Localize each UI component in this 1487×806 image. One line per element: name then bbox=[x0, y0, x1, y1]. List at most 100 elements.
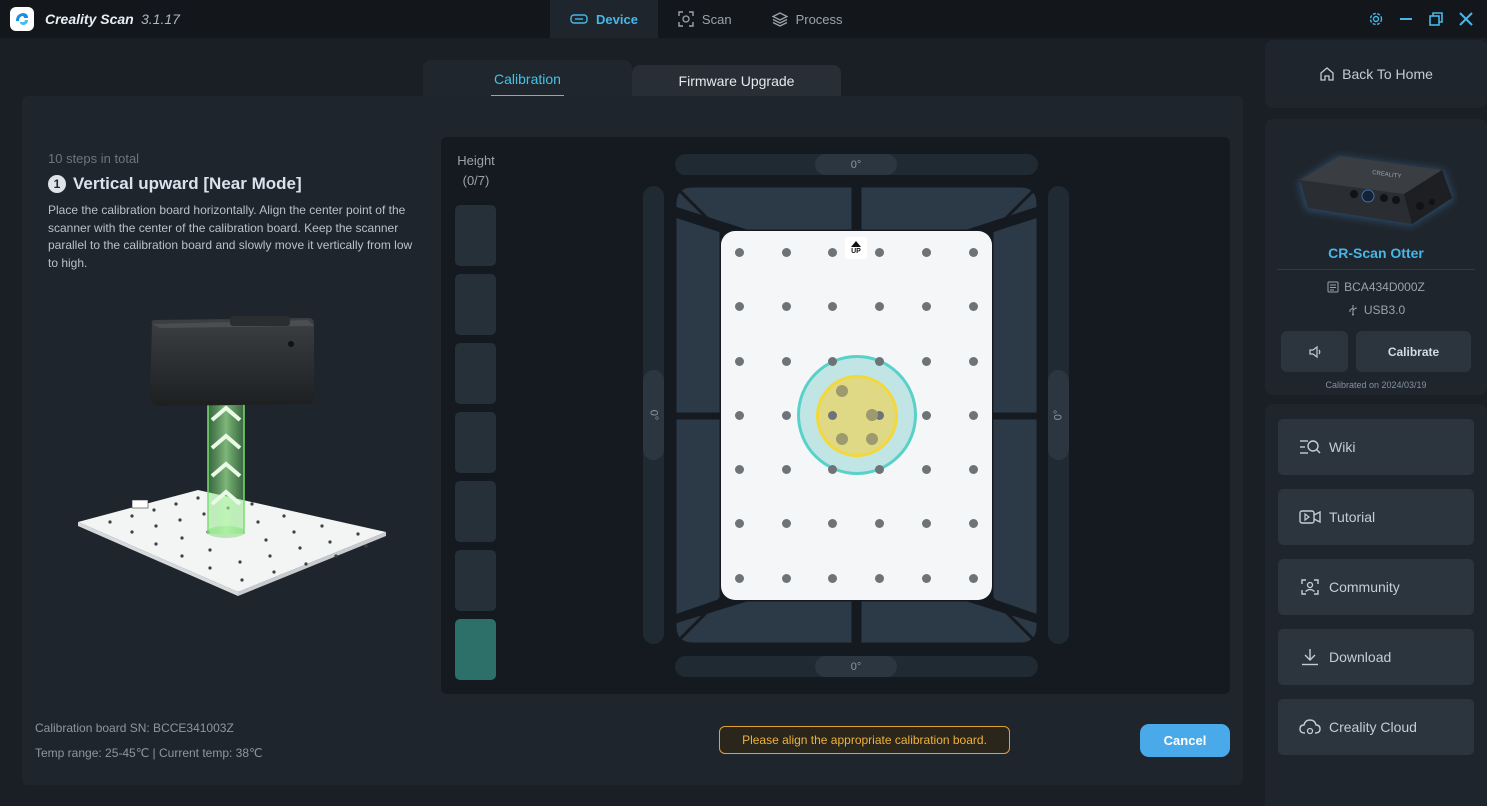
step-description: Place the calibration board horizontally… bbox=[48, 203, 413, 270]
board-dot bbox=[735, 302, 744, 311]
app-logo bbox=[10, 7, 34, 31]
community-link[interactable]: Community bbox=[1278, 559, 1474, 615]
speaker-icon bbox=[1308, 345, 1320, 358]
height-segment bbox=[455, 343, 496, 404]
height-segment-filled bbox=[455, 619, 496, 680]
tutorial-link[interactable]: Tutorial bbox=[1278, 489, 1474, 545]
usb-icon bbox=[1349, 305, 1357, 316]
board-dot bbox=[782, 465, 791, 474]
scan-icon bbox=[678, 11, 694, 27]
tab-process[interactable]: Process bbox=[752, 0, 863, 38]
window-controls bbox=[1367, 8, 1475, 30]
board-dot bbox=[782, 302, 791, 311]
board-dot bbox=[828, 302, 837, 311]
height-segment bbox=[455, 412, 496, 473]
board-dot bbox=[735, 574, 744, 583]
calibrate-button[interactable]: Calibrate bbox=[1356, 331, 1471, 372]
tab-firmware-upgrade[interactable]: Firmware Upgrade bbox=[632, 65, 841, 97]
board-up-marker: UP bbox=[845, 237, 867, 259]
board-dot bbox=[922, 302, 931, 311]
board-dot bbox=[875, 248, 884, 257]
board-dot bbox=[969, 411, 978, 420]
board-up-label: UP bbox=[851, 247, 861, 255]
creality-cloud-label: Creality Cloud bbox=[1329, 719, 1417, 735]
board-dot bbox=[782, 519, 791, 528]
board-dot bbox=[922, 357, 931, 366]
board-dot bbox=[922, 248, 931, 257]
top-angle-track: 0° bbox=[675, 154, 1038, 175]
wiki-icon bbox=[1300, 440, 1321, 454]
download-icon bbox=[1302, 649, 1318, 666]
board-dot bbox=[922, 465, 931, 474]
cloud-icon bbox=[1299, 719, 1321, 735]
creality-cloud-link[interactable]: Creality Cloud bbox=[1278, 699, 1474, 755]
community-icon bbox=[1301, 579, 1319, 595]
top-angle-value: 0° bbox=[815, 154, 897, 175]
projected-dot bbox=[836, 385, 848, 397]
device-serial: BCA434D000Z bbox=[1344, 280, 1425, 294]
right-angle-value: 0° bbox=[1052, 409, 1065, 421]
tab-scan-label: Scan bbox=[701, 11, 732, 27]
board-dot bbox=[735, 465, 744, 474]
app-version: 3.1.17 bbox=[141, 11, 180, 27]
device-serial-row: BCA434D000Z bbox=[1277, 280, 1475, 294]
step-title: Vertical upward [Near Mode] bbox=[73, 174, 302, 193]
board-dot bbox=[828, 465, 837, 474]
download-link[interactable]: Download bbox=[1278, 629, 1474, 685]
board-dot bbox=[735, 519, 744, 528]
height-indicator-label: Height (0/7) bbox=[454, 151, 498, 191]
device-connection: USB3.0 bbox=[1363, 303, 1406, 317]
board-dot bbox=[875, 519, 884, 528]
wiki-link[interactable]: Wiki bbox=[1278, 419, 1474, 475]
tab-scan[interactable]: Scan bbox=[658, 0, 752, 38]
board-dot bbox=[735, 357, 744, 366]
projected-dot bbox=[866, 409, 878, 421]
right-angle-track: 0° bbox=[1048, 186, 1069, 644]
board-dot bbox=[922, 574, 931, 583]
left-angle-value: 0° bbox=[647, 409, 660, 421]
board-dot bbox=[922, 519, 931, 528]
left-angle-track: 0° bbox=[643, 186, 664, 644]
device-icon bbox=[570, 14, 588, 24]
close-icon[interactable] bbox=[1457, 8, 1475, 30]
alignment-warning: Please align the appropriate calibration… bbox=[719, 726, 1010, 754]
board-dot bbox=[828, 248, 837, 257]
height-segment bbox=[455, 550, 496, 611]
restore-icon[interactable] bbox=[1427, 8, 1445, 30]
board-dot bbox=[828, 357, 837, 366]
board-dot bbox=[875, 302, 884, 311]
board-dot bbox=[782, 411, 791, 420]
calibration-date: Calibrated on 2024/03/19 bbox=[1325, 380, 1427, 390]
minimize-icon[interactable] bbox=[1397, 8, 1415, 30]
back-to-home-button[interactable]: Back To Home bbox=[1265, 40, 1487, 108]
height-label: Height bbox=[457, 153, 495, 168]
board-dot bbox=[969, 248, 978, 257]
tab-process-label: Process bbox=[795, 11, 843, 27]
device-name: CR-Scan Otter bbox=[1328, 245, 1424, 261]
board-dot bbox=[782, 357, 791, 366]
community-label: Community bbox=[1329, 579, 1400, 595]
left-angle-thumb: 0° bbox=[643, 370, 664, 460]
board-dot bbox=[828, 411, 837, 420]
temperature-info: Temp range: 25-45℃ | Current temp: 38℃ bbox=[35, 746, 263, 760]
settings-icon[interactable] bbox=[1367, 8, 1385, 30]
wiki-label: Wiki bbox=[1329, 439, 1356, 455]
board-dot bbox=[875, 574, 884, 583]
board-dot bbox=[735, 248, 744, 257]
board-dot bbox=[969, 574, 978, 583]
cancel-button[interactable]: Cancel bbox=[1140, 724, 1230, 757]
sound-button[interactable] bbox=[1281, 331, 1348, 372]
tab-calibration[interactable]: Calibration bbox=[423, 60, 632, 97]
tab-device[interactable]: Device bbox=[550, 0, 658, 38]
board-dot bbox=[875, 357, 884, 366]
board-dot bbox=[969, 519, 978, 528]
step-number-badge: 1 bbox=[48, 175, 66, 193]
board-dot bbox=[969, 357, 978, 366]
board-dot bbox=[969, 302, 978, 311]
calibration-tabs: Calibration Firmware Upgrade bbox=[423, 60, 841, 97]
board-dot bbox=[782, 248, 791, 257]
video-icon bbox=[1299, 510, 1321, 524]
height-segment bbox=[455, 481, 496, 542]
board-dot bbox=[828, 519, 837, 528]
home-icon bbox=[1320, 67, 1334, 81]
